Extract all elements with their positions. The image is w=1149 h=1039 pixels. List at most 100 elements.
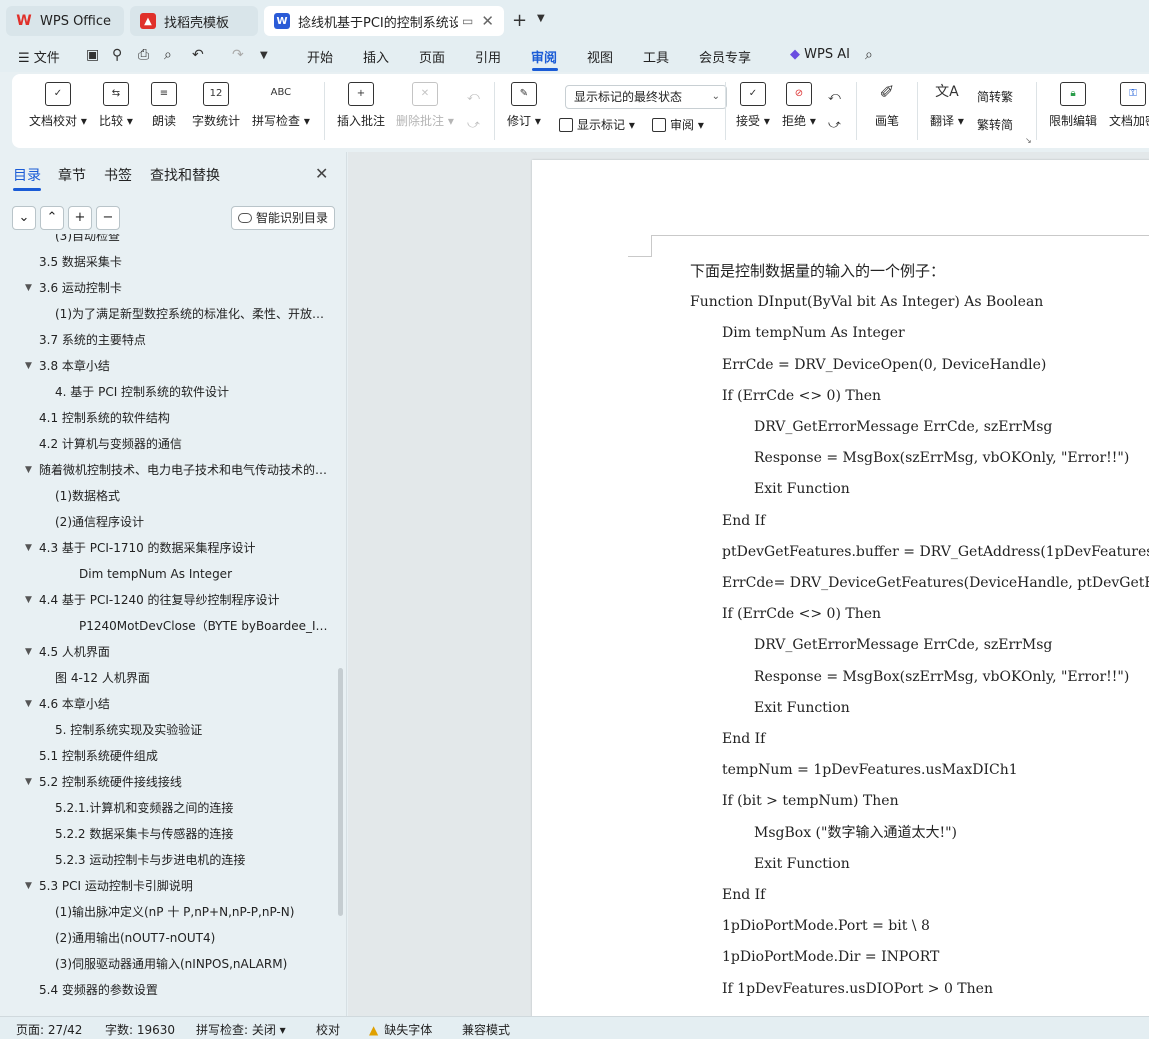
spell-check-button[interactable]: ABC 拼写检查 ▾ <box>252 82 310 129</box>
toc-item[interactable]: 5. 控制系统实现及实验验证 <box>55 720 332 740</box>
save-icon[interactable]: ▣ <box>86 47 99 63</box>
close-tab-icon[interactable]: ✕ <box>481 12 494 30</box>
toc-item[interactable]: 4.6 本章小结 <box>39 694 332 714</box>
remove-heading-icon[interactable]: − <box>96 206 120 230</box>
tab-document[interactable]: W 捻线机基于PCI的控制系统设计 ▭ ✕ <box>264 6 504 36</box>
compare-button[interactable]: ⇆ 比较 ▾ <box>99 82 133 129</box>
expand-down-icon[interactable]: ⌄ <box>12 206 36 230</box>
wps-ai-button[interactable]: ◆ WPS AI <box>790 47 850 62</box>
monitor-icon[interactable]: ▭ <box>462 14 473 28</box>
restrict-edit-button[interactable]: 🔒︎ 限制编辑 <box>1049 82 1097 129</box>
doc-encrypt-button[interactable]: ⚿ 文档加密 <box>1109 82 1149 129</box>
next-change-icon[interactable]: ⤻ <box>828 117 841 132</box>
toc-item[interactable]: (2)通信程序设计 <box>55 512 332 532</box>
menu-insert[interactable]: 插入 <box>363 47 389 66</box>
add-heading-icon[interactable]: + <box>68 206 92 230</box>
insert-comment-button[interactable]: + 插入批注 <box>337 82 385 129</box>
expand-toggle-icon[interactable]: ▼ <box>25 538 32 558</box>
accept-button[interactable]: ✓ 接受 ▾ <box>736 82 770 129</box>
toc-item[interactable]: 4.3 基于 PCI-1710 的数据采集程序设计 <box>39 538 332 558</box>
menu-tools[interactable]: 工具 <box>643 47 669 66</box>
review-pane-button[interactable]: 审阅 ▾ <box>652 116 704 133</box>
expand-toggle-icon[interactable]: ▼ <box>25 642 32 662</box>
toc-item[interactable]: 随着微机控制技术、电力电子技术和电气传动技术的发展… <box>39 460 332 480</box>
dialog-launcher-icon[interactable]: ↘ <box>1025 136 1032 145</box>
tab-wps-office[interactable]: W WPS Office <box>6 6 124 36</box>
menu-file[interactable]: ☰ 文件 <box>18 47 60 66</box>
expand-toggle-icon[interactable]: ▼ <box>25 876 32 896</box>
toc-item[interactable]: (1)数据格式 <box>55 486 332 506</box>
to-traditional-button[interactable]: 简转繁 <box>977 88 1013 105</box>
toc-item[interactable]: (3)自动检查 <box>55 234 332 246</box>
expand-toggle-icon[interactable]: ▼ <box>25 356 32 376</box>
toc-item[interactable]: 4.4 基于 PCI-1240 的往复导纱控制程序设计 <box>39 590 332 610</box>
tab-find-template[interactable]: ▲ 找稻壳模板 <box>130 6 258 36</box>
share-icon[interactable]: ⚲ <box>112 47 122 63</box>
toc-item[interactable]: 5.2.1.计算机和变频器之间的连接 <box>55 798 332 818</box>
menu-start[interactable]: 开始 <box>307 47 333 66</box>
toc-item[interactable]: 5.2.3 运动控制卡与步进电机的连接 <box>55 850 332 870</box>
read-aloud-button[interactable]: ≡ 朗读 <box>151 82 177 129</box>
pen-button[interactable]: ✐ 画笔 <box>874 82 900 129</box>
toc-item[interactable]: 3.8 本章小结 <box>39 356 332 376</box>
expand-toggle-icon[interactable]: ▼ <box>25 590 32 610</box>
doc-proof-button[interactable]: ✓ 文档校对 ▾ <box>29 82 87 129</box>
translate-button[interactable]: 文A 翻译 ▾ <box>930 82 964 129</box>
page-indicator[interactable]: 页面: 27/42 <box>16 1021 82 1038</box>
redo-icon[interactable]: ↷ <box>232 47 244 63</box>
toc-item[interactable]: (1)为了满足新型数控系统的标准化、柔性、开放性等要求… <box>55 304 332 324</box>
toc-item[interactable]: 4.5 人机界面 <box>39 642 332 662</box>
toc-item[interactable]: 4. 基于 PCI 控制系统的软件设计 <box>55 382 332 402</box>
reject-button[interactable]: ⊘ 拒绝 ▾ <box>782 82 816 129</box>
missing-font-status[interactable]: ▲ 缺失字体 <box>369 1021 432 1038</box>
menu-page[interactable]: 页面 <box>419 47 445 66</box>
toc-item[interactable]: 5.4 变频器的参数设置 <box>39 980 332 1000</box>
toc-item[interactable]: (1)输出脉冲定义(nP 十 P,nP+N,nP-P,nP-N) <box>55 902 332 922</box>
to-simplified-button[interactable]: 繁转简 <box>977 116 1013 133</box>
expand-toggle-icon[interactable]: ▼ <box>25 694 32 714</box>
smart-toc-button[interactable]: 智能识别目录 <box>231 206 335 230</box>
document-page[interactable]: 下面是控制数据量的输入的一个例子： Function DInput(ByVal b… <box>532 160 1149 1016</box>
delete-comment-button[interactable]: ✕ 删除批注 ▾ <box>396 82 454 129</box>
tab-bookmarks[interactable]: 书签 <box>104 165 132 185</box>
show-markup-button[interactable]: 显示标记 ▾ <box>559 116 635 133</box>
menu-review[interactable]: 审阅 <box>531 47 557 66</box>
expand-toggle-icon[interactable]: ▼ <box>25 278 32 298</box>
toc-item[interactable]: 5.1 控制系统硬件组成 <box>39 746 332 766</box>
toc-item[interactable]: 3.6 运动控制卡 <box>39 278 332 298</box>
spell-check-status[interactable]: 拼写检查: 关闭 ▾ <box>196 1021 286 1038</box>
menu-reference[interactable]: 引用 <box>475 47 501 66</box>
prev-change-icon[interactable]: ⤺ <box>828 89 841 104</box>
word-count-button[interactable]: 12 字数统计 <box>192 82 240 129</box>
menu-view[interactable]: 视图 <box>587 47 613 66</box>
toc-item[interactable]: 4.1 控制系统的软件结构 <box>39 408 332 428</box>
markup-state-select[interactable]: 显示标记的最终状态 ⌄ <box>565 85 727 109</box>
tab-toc[interactable]: 目录 <box>13 165 41 185</box>
toc-item[interactable]: 3.7 系统的主要特点 <box>39 330 332 350</box>
tab-find-replace[interactable]: 查找和替换 <box>150 165 220 185</box>
menu-member[interactable]: 会员专享 <box>699 47 751 66</box>
toc-item[interactable]: 5.2 控制系统硬件接线接线 <box>39 772 332 792</box>
toc-item[interactable]: (2)通用输出(nOUT7-nOUT4) <box>55 928 332 948</box>
toc-item[interactable]: 5.2.2 数据采集卡与传感器的连接 <box>55 824 332 844</box>
print-preview-icon[interactable]: ⌕ <box>164 47 172 63</box>
expand-toggle-icon[interactable]: ▼ <box>25 460 32 480</box>
undo-icon[interactable]: ↶ <box>192 47 204 63</box>
toc-item[interactable]: Dim tempNum As Integer <box>79 564 332 584</box>
tab-chapters[interactable]: 章节 <box>58 165 86 185</box>
prev-comment-icon[interactable]: ⤺ <box>467 89 480 104</box>
new-tab-button[interactable]: + <box>512 10 527 31</box>
toc-item[interactable]: (3)伺服驱动器通用输入(nINPOS,nALARM) <box>55 954 332 974</box>
toc-scrollbar[interactable] <box>338 668 343 916</box>
quick-access-chevron-icon[interactable]: ▼ <box>260 50 268 61</box>
toc-item[interactable]: 图 4-12 人机界面 <box>55 668 332 688</box>
expand-toggle-icon[interactable]: ▼ <box>25 772 32 792</box>
revise-button[interactable]: ✎ 修订 ▾ <box>507 82 541 129</box>
proof-status[interactable]: 校对 <box>316 1021 340 1038</box>
toc-item[interactable]: 4.2 计算机与变频器的通信 <box>39 434 332 454</box>
search-icon[interactable]: ⌕ <box>865 47 873 63</box>
collapse-up-icon[interactable]: ⌃ <box>40 206 64 230</box>
next-comment-icon[interactable]: ⤻ <box>467 117 480 132</box>
close-icon[interactable]: ✕ <box>315 164 328 183</box>
word-count-indicator[interactable]: 字数: 19630 <box>105 1021 175 1038</box>
